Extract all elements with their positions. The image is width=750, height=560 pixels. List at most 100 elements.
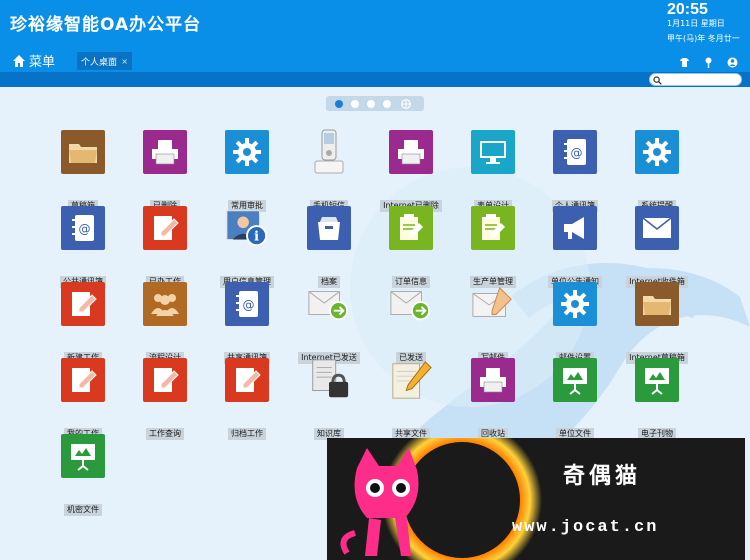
- app-label[interactable]: 机密文件: [64, 504, 102, 516]
- megaphone-icon[interactable]: [553, 206, 597, 250]
- app-mail-send-19[interactable]: Internet已发送: [290, 282, 368, 364]
- app-printer-29[interactable]: 回收站: [454, 358, 532, 440]
- page-dot[interactable]: [335, 99, 343, 108]
- app-user-info-10[interactable]: i用户信息管理: [208, 206, 286, 288]
- globe-icon[interactable]: [401, 98, 411, 109]
- app-mail-write-21[interactable]: 写邮件: [454, 282, 532, 364]
- search-icon: [653, 76, 662, 85]
- app-presentation-32[interactable]: 机密文件: [44, 434, 122, 516]
- gear-icon[interactable]: [635, 130, 679, 174]
- watermark-fire-art: [340, 438, 542, 560]
- app-presentation-30[interactable]: 单位文件: [536, 358, 614, 440]
- presentation-icon[interactable]: [635, 358, 679, 402]
- app-folder-0[interactable]: 草稿箱: [44, 130, 122, 212]
- folder-icon[interactable]: [61, 130, 105, 174]
- toolbar-band: [0, 72, 750, 87]
- app-folder-23[interactable]: Internet草稿箱: [618, 282, 696, 364]
- note-edit-icon[interactable]: [471, 206, 515, 250]
- app-edit-24[interactable]: 我的工作: [44, 358, 122, 440]
- page-dot[interactable]: [383, 99, 391, 108]
- app-presentation-31[interactable]: 电子刊物: [618, 358, 696, 440]
- app-edit-16[interactable]: 新建工作: [44, 282, 122, 364]
- app-printer-4[interactable]: Internet已删除: [372, 130, 450, 212]
- home-icon: [13, 54, 25, 67]
- app-edit-26[interactable]: 归档工作: [208, 358, 286, 440]
- watermark-banner: 奇偶猫 www.jocat.cn: [327, 438, 745, 560]
- app-phone-3[interactable]: 手机短信: [290, 129, 368, 212]
- app-gear-22[interactable]: 邮件设置: [536, 282, 614, 364]
- archive-box-icon[interactable]: [307, 206, 351, 250]
- app-megaphone-14[interactable]: 单位公告通知: [536, 206, 614, 288]
- app-printer-1[interactable]: 已删除: [126, 130, 204, 212]
- gear-icon[interactable]: [553, 282, 597, 326]
- folder-icon[interactable]: [635, 282, 679, 326]
- phone-icon[interactable]: [307, 129, 351, 174]
- svg-text:i: i: [254, 228, 259, 244]
- app-edit-9[interactable]: 已办工作: [126, 206, 204, 288]
- watermark-title: 奇偶猫: [563, 463, 642, 489]
- app-label[interactable]: 归档工作: [228, 428, 266, 440]
- menu-button[interactable]: 菜单: [12, 51, 55, 70]
- app-addressbook-8[interactable]: @公共通讯簿: [44, 206, 122, 288]
- edit-icon[interactable]: [143, 358, 187, 402]
- clock: 20:55: [667, 1, 708, 18]
- tab-close-icon[interactable]: ×: [121, 57, 128, 66]
- app-pencil-doc-28[interactable]: 共享文件: [372, 358, 450, 440]
- edit-icon[interactable]: [61, 358, 105, 402]
- edit-icon[interactable]: [61, 282, 105, 326]
- svg-text:@: @: [243, 298, 255, 312]
- header-bar: 珍裕缘智能OA办公平台 20:55 1月11日 星期日 甲午(马)年 冬月廿一 …: [0, 0, 750, 72]
- user-icon[interactable]: [727, 53, 738, 68]
- app-group-17[interactable]: 流程设计: [126, 282, 204, 364]
- lunar-date-line: 甲午(马)年 冬月廿一: [667, 34, 740, 43]
- tab-personal-desktop[interactable]: 个人桌面 ×: [77, 52, 132, 70]
- app-lock-doc-27[interactable]: 知识库: [290, 358, 368, 440]
- app-gear-7[interactable]: 系统提醒: [618, 130, 696, 212]
- mail-send-icon[interactable]: [389, 282, 433, 326]
- printer-icon[interactable]: [143, 130, 187, 174]
- app-gear-2[interactable]: 常用审批: [208, 130, 286, 212]
- addressbook-icon[interactable]: @: [553, 130, 597, 174]
- app-archive-box-11[interactable]: 档案: [290, 206, 368, 288]
- printer-icon[interactable]: [389, 130, 433, 174]
- addressbook-icon[interactable]: @: [225, 282, 269, 326]
- group-icon[interactable]: [143, 282, 187, 326]
- lock-doc-icon[interactable]: [307, 358, 351, 402]
- addressbook-icon[interactable]: @: [61, 206, 105, 250]
- page-dot[interactable]: [351, 99, 359, 108]
- app-monitor-5[interactable]: 表单设计: [454, 130, 532, 212]
- mail-icon[interactable]: [635, 206, 679, 250]
- app-mail-send-20[interactable]: 已发送: [372, 282, 450, 364]
- tab-label: 个人桌面: [81, 57, 118, 68]
- edit-icon[interactable]: [225, 358, 269, 402]
- menu-label: 菜单: [29, 55, 56, 70]
- edit-icon[interactable]: [143, 206, 187, 250]
- pencil-doc-icon[interactable]: [389, 358, 433, 402]
- printer-icon[interactable]: [471, 358, 515, 402]
- app-edit-25[interactable]: 工作查询: [126, 358, 204, 440]
- app-addressbook-18[interactable]: @共享通讯簿: [208, 282, 286, 364]
- gear-icon[interactable]: [225, 130, 269, 174]
- page-indicator: [326, 96, 424, 111]
- presentation-icon[interactable]: [553, 358, 597, 402]
- app-note-edit-13[interactable]: 生产单管理: [454, 206, 532, 288]
- user-info-icon[interactable]: i: [225, 206, 269, 250]
- mail-send-icon[interactable]: [307, 282, 351, 326]
- app-mail-15[interactable]: Internet收件箱: [618, 206, 696, 288]
- presentation-icon[interactable]: [61, 434, 105, 478]
- date-line: 1月11日 星期日: [667, 19, 725, 28]
- pin-icon[interactable]: [703, 53, 714, 68]
- app-label[interactable]: 工作查询: [146, 428, 184, 440]
- page-dot[interactable]: [367, 99, 375, 108]
- shirt-icon[interactable]: [679, 53, 690, 67]
- mail-write-icon[interactable]: [471, 282, 515, 326]
- top-icons: [679, 53, 738, 68]
- app-title: 珍裕缘智能OA办公平台: [10, 15, 202, 35]
- note-edit-icon[interactable]: [389, 206, 433, 250]
- watermark-url: www.jocat.cn: [512, 518, 659, 537]
- app-note-edit-12[interactable]: 订单信息: [372, 206, 450, 288]
- monitor-icon[interactable]: [471, 130, 515, 174]
- search-input[interactable]: [649, 73, 742, 86]
- svg-text:@: @: [79, 222, 91, 236]
- app-addressbook-6[interactable]: @个人通讯簿: [536, 130, 614, 212]
